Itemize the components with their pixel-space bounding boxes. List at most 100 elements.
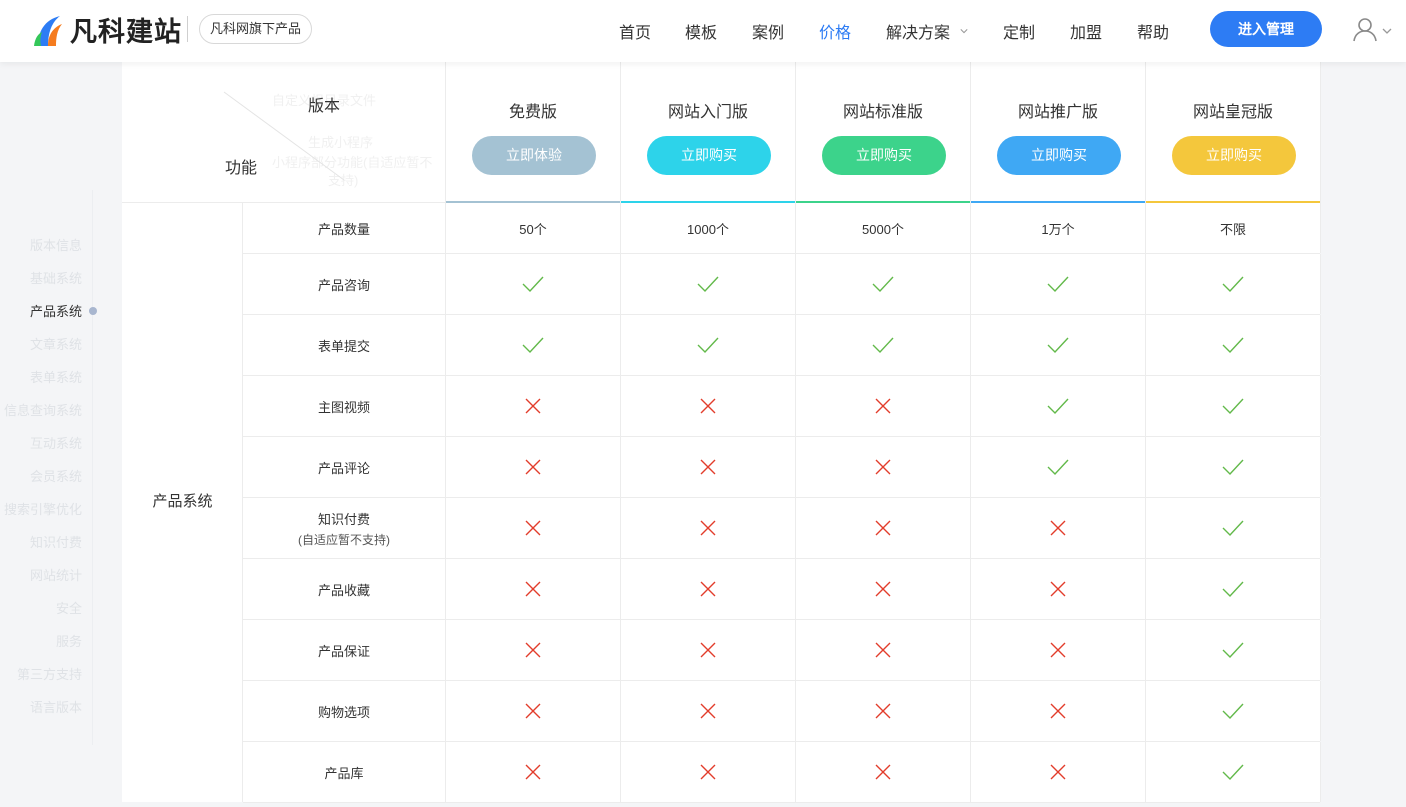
- cross-icon: [875, 703, 891, 719]
- side-nav-item[interactable]: 服务: [56, 631, 82, 650]
- cross-icon: [1050, 581, 1066, 597]
- plan-name: 免费版: [508, 104, 557, 121]
- side-nav-item[interactable]: 第三方支持: [17, 664, 82, 683]
- feature-cell: [446, 376, 621, 436]
- check-icon: [1222, 276, 1244, 292]
- feature-cell: [446, 620, 621, 680]
- side-nav-item[interactable]: 文章系统: [30, 334, 82, 353]
- cross-icon: [700, 520, 716, 536]
- table-row: 表单提交: [243, 315, 1321, 376]
- feature-value: 50个: [519, 221, 547, 237]
- side-nav-item[interactable]: 版本信息: [30, 235, 82, 254]
- feature-value: 不限: [1219, 221, 1246, 237]
- feature-cell: [971, 254, 1146, 314]
- feature-cell: [971, 437, 1146, 497]
- side-nav-item[interactable]: 语言版本: [30, 697, 82, 716]
- feature-name: 产品库: [324, 765, 364, 781]
- table-corner: 自定义根目录文件 生成小程序 小程序部分功能(自适应暂不 支持) 版本 功能: [122, 62, 446, 203]
- feature-cell: [1146, 620, 1321, 680]
- feature-name: 表单提交: [317, 338, 370, 354]
- table-row: 购物选项: [243, 681, 1321, 742]
- check-icon: [1222, 337, 1244, 353]
- logo-icon: [34, 15, 62, 46]
- side-nav-item[interactable]: 基础系统: [30, 268, 82, 287]
- feature-cell: [1146, 681, 1321, 741]
- side-nav-item[interactable]: 互动系统: [30, 433, 82, 452]
- logo[interactable]: 凡科建站: [32, 10, 182, 49]
- feature-cell: [621, 620, 796, 680]
- nav-home[interactable]: 首页: [619, 19, 651, 43]
- side-nav-item[interactable]: 表单系统: [30, 367, 82, 386]
- cross-icon: [700, 581, 716, 597]
- cross-icon: [700, 459, 716, 475]
- buy-now-button[interactable]: 立即购买: [822, 136, 946, 175]
- feature-cell: [446, 681, 621, 741]
- check-icon: [1222, 459, 1244, 475]
- function-label: 功能: [225, 160, 258, 177]
- feature-cell: [971, 498, 1146, 558]
- category-cell: 产品系统: [122, 203, 243, 802]
- table-row: 主图视频: [243, 376, 1321, 437]
- nav-join[interactable]: 加盟: [1070, 19, 1102, 43]
- cross-icon: [1050, 520, 1066, 536]
- nav-custom[interactable]: 定制: [1003, 19, 1035, 43]
- cross-icon: [525, 398, 541, 414]
- nav-solutions[interactable]: 解决方案: [886, 19, 969, 43]
- side-nav-item[interactable]: 知识付费: [30, 532, 82, 551]
- check-icon: [1222, 703, 1244, 719]
- side-nav-item[interactable]: 搜索引擎优化: [4, 499, 82, 518]
- pricing-table: 自定义根目录文件 生成小程序 小程序部分功能(自适应暂不 支持) 版本 功能 免…: [122, 62, 1321, 803]
- nav-cases[interactable]: 案例: [752, 19, 784, 43]
- side-nav-item[interactable]: 安全: [56, 598, 82, 617]
- enter-management-button[interactable]: 进入管理: [1210, 11, 1322, 47]
- check-icon: [1047, 459, 1069, 475]
- check-icon: [1222, 764, 1244, 780]
- check-icon: [1047, 398, 1069, 414]
- side-nav-item[interactable]: 网站统计: [30, 565, 82, 584]
- active-indicator-dot: [89, 307, 97, 315]
- chevron-down-icon: [1382, 28, 1392, 34]
- user-icon: [1353, 18, 1377, 42]
- feature-cell: [621, 559, 796, 619]
- feature-cell: [796, 437, 971, 497]
- table-row: 产品评论: [243, 437, 1321, 498]
- cross-icon: [875, 642, 891, 658]
- nav-templates[interactable]: 模板: [685, 19, 717, 43]
- feature-cell: [1146, 254, 1321, 314]
- feature-name: 购物选项: [317, 704, 370, 720]
- side-nav-item[interactable]: 会员系统: [30, 466, 82, 485]
- user-menu[interactable]: [1352, 17, 1392, 43]
- side-nav-item[interactable]: 产品系统: [30, 301, 82, 320]
- feature-cell: [621, 498, 796, 558]
- corner-diagonal: [223, 91, 345, 181]
- check-icon: [697, 276, 719, 292]
- plan-name: 网站推广版: [1017, 104, 1098, 121]
- feature-cell: [446, 559, 621, 619]
- logo-divider: [187, 16, 188, 42]
- feature-label-cell: 购物选项: [243, 681, 446, 741]
- feature-name: 知识付费: [317, 511, 370, 527]
- plan-name: 网站皇冠版: [1192, 104, 1273, 121]
- try-now-button[interactable]: 立即体验: [472, 136, 596, 175]
- feature-label-cell: 产品咨询: [243, 254, 446, 314]
- feature-cell: [796, 315, 971, 375]
- check-icon: [1222, 642, 1244, 658]
- cross-icon: [875, 764, 891, 780]
- feature-cell: [446, 498, 621, 558]
- feature-cell: [796, 254, 971, 314]
- buy-now-button[interactable]: 立即购买: [1172, 136, 1296, 175]
- nav-pricing[interactable]: 价格: [819, 19, 851, 43]
- cross-icon: [525, 520, 541, 536]
- buy-now-button[interactable]: 立即购买: [997, 136, 1121, 175]
- feature-label-cell: 表单提交: [243, 315, 446, 375]
- feature-cell: [971, 620, 1146, 680]
- feature-cell: 5000个: [796, 203, 971, 253]
- cross-icon: [525, 703, 541, 719]
- buy-now-button[interactable]: 立即购买: [647, 136, 771, 175]
- check-icon: [522, 337, 544, 353]
- nav-help[interactable]: 帮助: [1137, 19, 1169, 43]
- feature-cell: [796, 559, 971, 619]
- side-nav-item[interactable]: 信息查询系统: [4, 400, 82, 419]
- check-icon: [872, 337, 894, 353]
- feature-note: (自适应暂不支持): [298, 532, 390, 547]
